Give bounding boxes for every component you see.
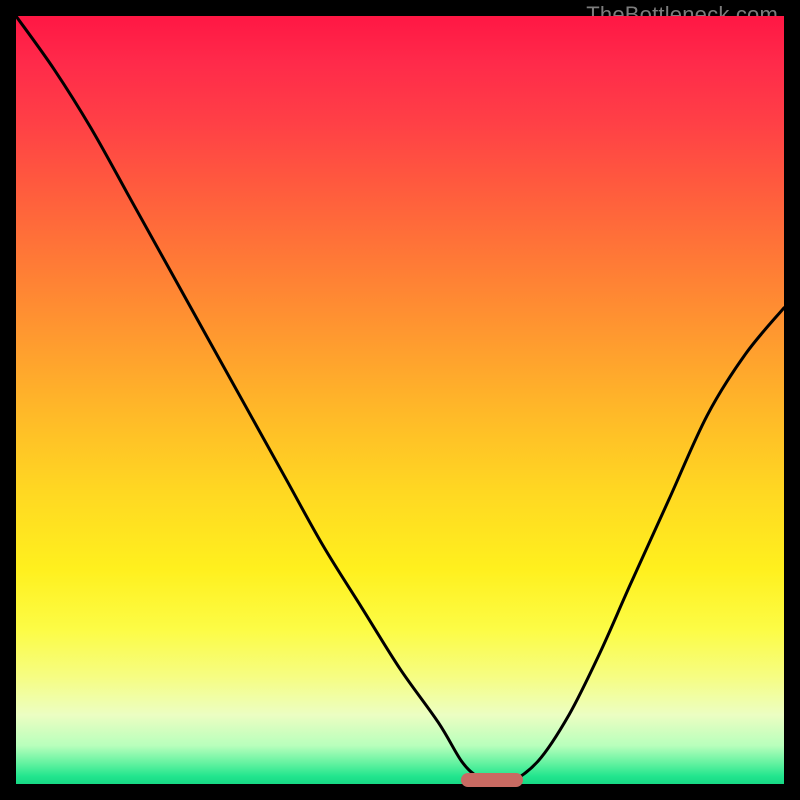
- minimum-marker: [461, 773, 522, 787]
- curve-path: [16, 16, 784, 784]
- bottleneck-curve: [16, 16, 784, 784]
- chart-stage: TheBottleneck.com: [0, 0, 800, 800]
- plot-area: [16, 16, 784, 784]
